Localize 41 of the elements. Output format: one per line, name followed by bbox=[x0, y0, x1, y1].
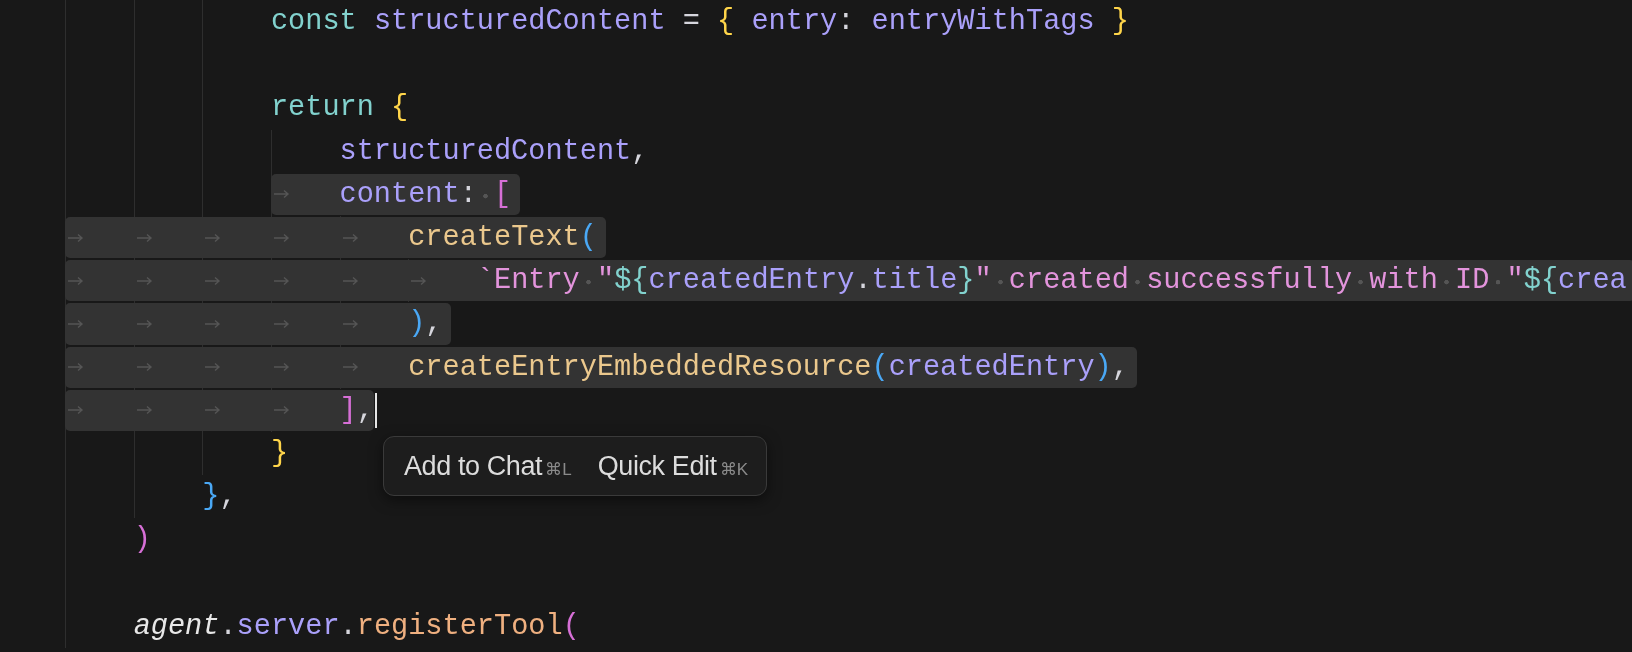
tab-arrow-icon bbox=[135, 362, 153, 373]
tab-arrow-icon bbox=[341, 232, 359, 243]
tab-arrow-icon bbox=[272, 318, 290, 329]
code-line: structuredContent, bbox=[339, 133, 649, 170]
tab-arrow-icon bbox=[67, 275, 84, 286]
tab-arrow-icon bbox=[272, 189, 290, 200]
tab-arrow-icon bbox=[272, 275, 290, 286]
tab-arrow-icon bbox=[204, 405, 222, 416]
code-line: ], bbox=[339, 392, 374, 429]
tab-arrow-icon bbox=[67, 405, 84, 416]
code-line: return { bbox=[270, 90, 409, 127]
tab-arrow-icon bbox=[204, 362, 222, 373]
code-line: ) bbox=[133, 522, 151, 559]
code-line: createText( bbox=[408, 219, 597, 256]
code-line: agent.server.registerTool( bbox=[133, 608, 580, 645]
tab-arrow-icon bbox=[135, 405, 153, 416]
code-line: } bbox=[270, 435, 289, 472]
tab-arrow-icon bbox=[341, 362, 359, 373]
code-line: createEntryEmbeddedResource(createdEntry), bbox=[408, 349, 1129, 386]
tab-arrow-icon bbox=[204, 232, 222, 243]
code-line: ), bbox=[408, 306, 443, 343]
tab-arrow-icon bbox=[204, 318, 222, 329]
popup-action-button[interactable]: Quick Edit⌘K bbox=[591, 444, 755, 488]
popup-action-button[interactable]: Add to Chat⌘L bbox=[398, 444, 578, 488]
code-line: }, bbox=[202, 479, 237, 516]
tab-arrow-icon bbox=[204, 275, 222, 286]
tab-arrow-icon bbox=[67, 318, 84, 329]
tab-arrow-icon bbox=[272, 362, 290, 373]
code-line: const structuredContent = { entry: entryWithTags } bbox=[270, 4, 1129, 40]
tab-arrow-icon bbox=[341, 275, 359, 286]
tab-arrow-icon bbox=[67, 362, 84, 373]
tab-arrow-icon bbox=[341, 318, 359, 329]
tab-arrow-icon bbox=[410, 275, 428, 286]
tab-arrow-icon bbox=[67, 232, 84, 243]
tab-arrow-icon bbox=[272, 232, 290, 243]
code-line: content: [ bbox=[339, 176, 512, 213]
tab-arrow-icon bbox=[135, 275, 153, 286]
tab-arrow-icon bbox=[135, 232, 153, 243]
code-line: `Entry "${createdEntry.title}" created successfully with ID "${crea bbox=[476, 263, 1627, 300]
tab-arrow-icon bbox=[135, 318, 153, 329]
tab-arrow-icon bbox=[272, 405, 290, 416]
